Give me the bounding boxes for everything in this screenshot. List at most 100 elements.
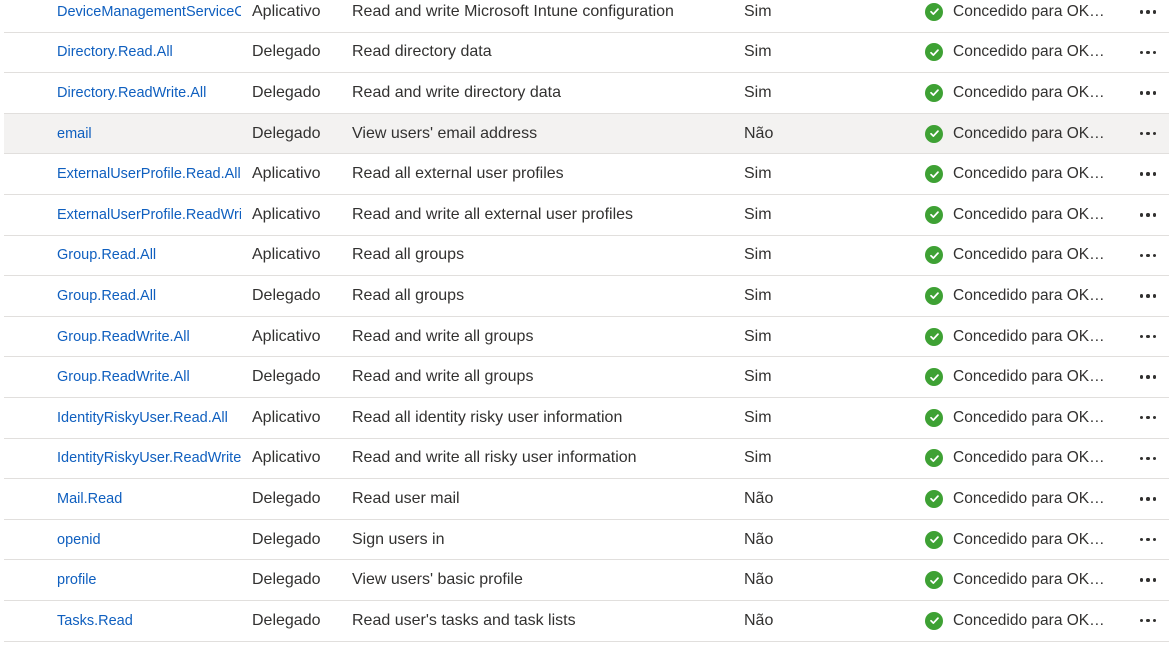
permission-status: Concedido para OKEANOS xyxy=(925,236,1113,276)
permission-name-link[interactable]: Group.Read.All xyxy=(57,236,241,276)
permission-status: Concedido para OKEANOS xyxy=(925,154,1113,194)
check-circle-icon xyxy=(925,205,943,224)
more-horizontal-icon xyxy=(1139,497,1157,501)
permission-name-link[interactable]: Group.Read.All xyxy=(57,276,241,316)
permission-type: Aplicativo xyxy=(252,165,321,183)
check-circle-icon xyxy=(925,286,943,305)
table-row[interactable]: Group.ReadWrite.All Aplicativo Read and … xyxy=(4,317,1169,358)
admin-consent-required: Não xyxy=(744,489,774,507)
check-circle-icon xyxy=(925,611,943,630)
table-row[interactable]: Group.Read.All Aplicativo Read all group… xyxy=(4,236,1169,277)
permission-type: Delegado xyxy=(252,571,321,589)
permission-name-link[interactable]: Group.ReadWrite.All xyxy=(57,317,241,357)
admin-consent-required: Sim xyxy=(744,286,772,304)
permission-type: Delegado xyxy=(252,43,321,61)
permission-name-link[interactable]: ExternalUserProfile.Read.All xyxy=(57,154,241,194)
table-row[interactable]: DeviceManagementServiceConfig.ReadWrite.… xyxy=(4,0,1169,33)
more-actions-button[interactable] xyxy=(1132,0,1164,32)
permission-name-link[interactable]: Tasks.Read xyxy=(57,601,241,641)
more-horizontal-icon xyxy=(1139,375,1157,379)
more-actions-button[interactable] xyxy=(1132,73,1164,113)
permission-description: Read and write directory data xyxy=(352,83,561,101)
status-text: Concedido para OKEANOS xyxy=(953,327,1111,345)
more-horizontal-icon xyxy=(1139,294,1157,298)
more-actions-button[interactable] xyxy=(1132,601,1164,641)
permission-name-link[interactable]: IdentityRiskyUser.ReadWrite.All xyxy=(57,439,241,479)
permission-status: Concedido para OKEANOS xyxy=(925,520,1113,560)
permission-name-link[interactable]: Group.ReadWrite.All xyxy=(57,357,241,397)
permission-type: Delegado xyxy=(252,611,321,629)
table-row[interactable]: openid Delegado Sign users in Não Conced… xyxy=(4,520,1169,561)
check-circle-icon xyxy=(925,408,943,427)
permission-description: Read directory data xyxy=(352,43,492,61)
permission-name-link[interactable]: Mail.Read xyxy=(57,479,241,519)
table-row[interactable]: Mail.Read Delegado Read user mail Não Co… xyxy=(4,479,1169,520)
table-row[interactable]: Directory.Read.All Delegado Read directo… xyxy=(4,33,1169,74)
status-text: Concedido para OKEANOS xyxy=(953,83,1111,101)
table-row[interactable]: ExternalUserProfile.Read.All Aplicativo … xyxy=(4,154,1169,195)
more-actions-button[interactable] xyxy=(1132,520,1164,560)
permission-type: Delegado xyxy=(252,124,321,142)
permission-type: Delegado xyxy=(252,489,321,507)
permission-description: Read user mail xyxy=(352,489,460,507)
permission-type: Delegado xyxy=(252,83,321,101)
permission-description: Read and write all groups xyxy=(352,368,534,386)
table-row[interactable]: IdentityRiskyUser.ReadWrite.All Aplicati… xyxy=(4,439,1169,480)
check-circle-icon xyxy=(925,489,943,508)
permission-name-link[interactable]: email xyxy=(57,114,241,154)
table-row[interactable]: profile Delegado View users' basic profi… xyxy=(4,560,1169,601)
check-circle-icon xyxy=(925,449,943,468)
permission-description: Sign users in xyxy=(352,530,445,548)
admin-consent-required: Sim xyxy=(744,83,772,101)
admin-consent-required: Não xyxy=(744,530,774,548)
check-circle-icon xyxy=(925,571,943,590)
status-text: Concedido para OKEANOS xyxy=(953,530,1111,548)
table-row[interactable]: Group.Read.All Delegado Read all groups … xyxy=(4,276,1169,317)
permission-name-link[interactable]: Directory.Read.All xyxy=(57,33,241,73)
more-actions-button[interactable] xyxy=(1132,317,1164,357)
check-circle-icon xyxy=(925,83,943,102)
table-row[interactable]: email Delegado View users' email address… xyxy=(4,113,1169,155)
permission-name-link[interactable]: DeviceManagementServiceConfig.ReadWrite.… xyxy=(57,0,241,32)
status-text: Concedido para OKEANOS xyxy=(953,286,1111,304)
permission-name-link[interactable]: IdentityRiskyUser.Read.All xyxy=(57,398,241,438)
admin-consent-required: Sim xyxy=(744,327,772,345)
more-actions-button[interactable] xyxy=(1132,114,1164,154)
more-horizontal-icon xyxy=(1139,537,1157,542)
status-text: Concedido para OKEANOS xyxy=(953,611,1111,629)
permission-description: View users' email address xyxy=(352,124,538,142)
permission-name-link[interactable]: profile xyxy=(57,560,241,600)
more-actions-button[interactable] xyxy=(1132,33,1164,73)
more-actions-button[interactable] xyxy=(1132,560,1164,600)
status-text: Concedido para OKEANOS xyxy=(953,368,1111,386)
more-actions-button[interactable] xyxy=(1132,357,1164,397)
permission-type: Delegado xyxy=(252,368,321,386)
table-row[interactable]: ExternalUserProfile.ReadWrite.All Aplica… xyxy=(4,195,1169,236)
more-actions-button[interactable] xyxy=(1132,398,1164,438)
permission-description: Read all external user profiles xyxy=(352,165,564,183)
status-text: Concedido para OKEANOS xyxy=(953,571,1111,589)
permissions-table: DeviceManagementServiceConfig.ReadWrite.… xyxy=(0,0,1169,642)
more-actions-button[interactable] xyxy=(1132,479,1164,519)
more-actions-button[interactable] xyxy=(1132,195,1164,235)
admin-consent-required: Sim xyxy=(744,246,772,264)
more-actions-button[interactable] xyxy=(1132,236,1164,276)
table-row[interactable]: Directory.ReadWrite.All Delegado Read an… xyxy=(4,73,1169,114)
status-text: Concedido para OKEANOS xyxy=(953,489,1111,507)
permission-status: Concedido para OKEANOS xyxy=(925,0,1113,32)
permission-name-link[interactable]: openid xyxy=(57,520,241,560)
permission-name-link[interactable]: Directory.ReadWrite.All xyxy=(57,73,241,113)
status-text: Concedido para OKEANOS xyxy=(953,2,1111,20)
more-actions-button[interactable] xyxy=(1132,154,1164,194)
more-actions-button[interactable] xyxy=(1132,276,1164,316)
table-row[interactable]: Group.ReadWrite.All Delegado Read and wr… xyxy=(4,357,1169,398)
more-actions-button[interactable] xyxy=(1132,439,1164,479)
permission-name-link[interactable]: ExternalUserProfile.ReadWrite.All xyxy=(57,195,241,235)
table-row[interactable]: Tasks.Read Delegado Read user's tasks an… xyxy=(4,601,1169,642)
admin-consent-required: Sim xyxy=(744,368,772,386)
admin-consent-required: Sim xyxy=(744,408,772,426)
permission-description: Read and write Microsoft Intune configur… xyxy=(352,2,674,20)
table-row[interactable]: IdentityRiskyUser.Read.All Aplicativo Re… xyxy=(4,398,1169,439)
permission-description: Read and write all groups xyxy=(352,327,534,345)
permission-status: Concedido para OKEANOS xyxy=(925,357,1113,397)
